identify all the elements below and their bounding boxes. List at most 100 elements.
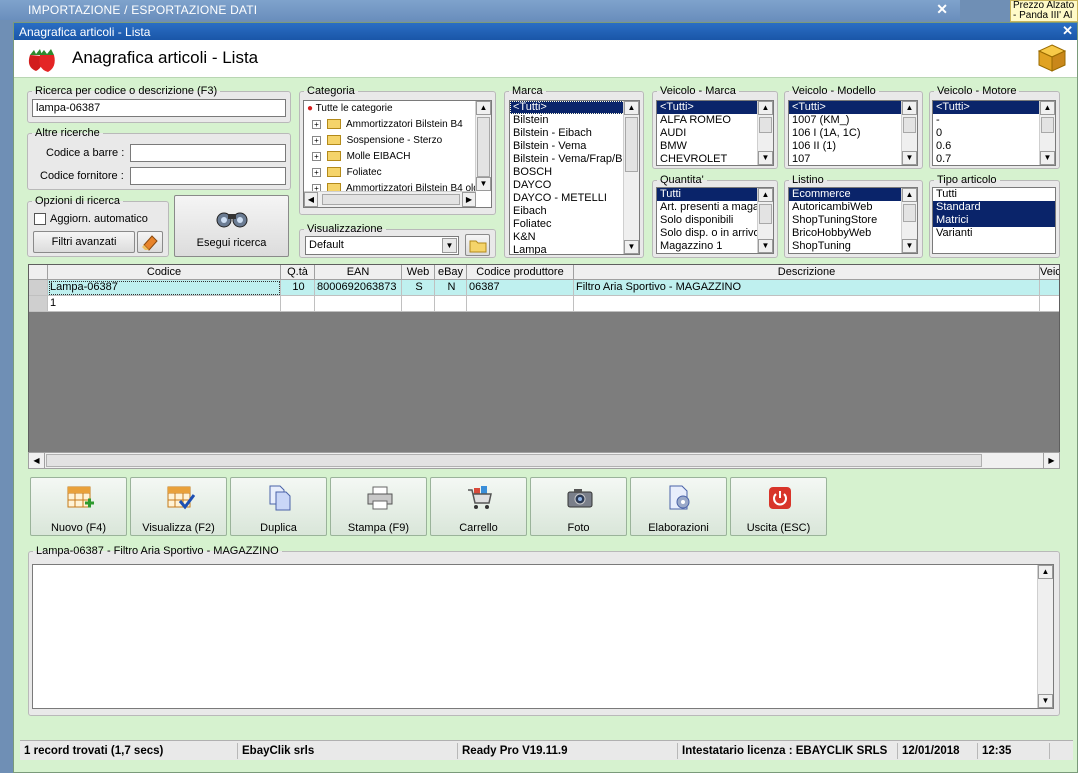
- description-vscroll[interactable]: ▲ ▼: [1037, 565, 1053, 708]
- expand-icon[interactable]: +: [312, 152, 321, 161]
- tree-item[interactable]: + Ammortizzatori Bilstein B4: [304, 117, 491, 133]
- list-item[interactable]: Tutti: [933, 188, 1055, 201]
- list-item[interactable]: Bilstein: [510, 114, 639, 127]
- list-item[interactable]: DAYCO: [510, 179, 639, 192]
- clear-filters-button[interactable]: [137, 231, 163, 253]
- list-item[interactable]: AUDI: [657, 127, 773, 140]
- column-header[interactable]: Veic: [1040, 265, 1059, 280]
- list-item[interactable]: ShopTuningStore: [789, 214, 917, 227]
- grid-hscroll[interactable]: ◀ ▶: [28, 452, 1060, 469]
- tree-item[interactable]: + Sospensione - Sterzo: [304, 133, 491, 149]
- table-cell[interactable]: [315, 296, 402, 312]
- list-item[interactable]: ShopTuning: [789, 240, 917, 253]
- column-header[interactable]: Codice: [48, 265, 281, 280]
- list-item[interactable]: CHEVROLET: [657, 153, 773, 165]
- scroll-thumb[interactable]: [46, 454, 982, 467]
- table-cell[interactable]: Filtro Aria Sportivo - MAGAZZINO: [574, 280, 1040, 296]
- scroll-down-icon[interactable]: ▼: [476, 177, 491, 191]
- photo-button[interactable]: Foto: [530, 477, 627, 536]
- list-item[interactable]: Magazzino 1: [657, 240, 773, 253]
- scroll-up-icon[interactable]: ▲: [1040, 101, 1055, 115]
- scroll-up-icon[interactable]: ▲: [902, 188, 917, 202]
- window-titlebar[interactable]: Anagrafica articoli - Lista ✕: [14, 23, 1077, 40]
- list-item[interactable]: BricoHobbyWeb: [789, 227, 917, 240]
- description-textarea[interactable]: ▲ ▼: [32, 564, 1054, 709]
- auto-update-checkbox[interactable]: [34, 213, 46, 225]
- background-window-titlebar[interactable]: IMPORTAZIONE / ESPORTAZIONE DATI ✕: [0, 0, 960, 20]
- scroll-up-icon[interactable]: ▲: [476, 101, 491, 115]
- close-icon[interactable]: ✕: [1062, 23, 1073, 39]
- column-header[interactable]: eBay: [435, 265, 467, 280]
- list-item[interactable]: 0: [933, 127, 1055, 140]
- list-item[interactable]: <Tutti>: [510, 101, 639, 114]
- table-cell[interactable]: [467, 296, 574, 312]
- table-cell[interactable]: 10: [281, 280, 315, 296]
- table-cell[interactable]: [281, 296, 315, 312]
- vehicle-brand-vscroll[interactable]: ▲ ▼: [757, 101, 773, 165]
- view-button[interactable]: Visualizza (F2): [130, 477, 227, 536]
- scroll-thumb[interactable]: [1041, 117, 1054, 133]
- row-selector[interactable]: [29, 280, 48, 296]
- quantity-list[interactable]: Tutti Art. presenti a magazzino Solo dis…: [656, 187, 774, 254]
- table-cell[interactable]: 8000692063873: [315, 280, 402, 296]
- scroll-down-icon[interactable]: ▼: [624, 240, 639, 254]
- list-item[interactable]: Ecommerce: [789, 188, 917, 201]
- list-item[interactable]: Bilstein - Eibach: [510, 127, 639, 140]
- duplicate-button[interactable]: Duplica: [230, 477, 327, 536]
- scroll-down-icon[interactable]: ▼: [758, 239, 773, 253]
- scroll-down-icon[interactable]: ▼: [902, 239, 917, 253]
- article-type-list[interactable]: Tutti Standard Matrici Varianti: [932, 187, 1056, 254]
- table-cell[interactable]: [1040, 280, 1059, 296]
- tree-item[interactable]: + Foliatec: [304, 165, 491, 181]
- scroll-right-icon[interactable]: ▶: [1043, 453, 1059, 468]
- open-view-button[interactable]: [465, 234, 490, 256]
- category-tree[interactable]: ● Tutte le categorie + Ammortizzatori Bi…: [303, 100, 492, 208]
- list-item[interactable]: Solo disp. o in arrivo: [657, 227, 773, 240]
- expand-icon[interactable]: +: [312, 136, 321, 145]
- expand-icon[interactable]: +: [312, 120, 321, 129]
- list-item[interactable]: Bilstein - Vema/Frap/Bi: [510, 153, 639, 166]
- scroll-up-icon[interactable]: ▲: [758, 101, 773, 115]
- scroll-thumb[interactable]: [322, 194, 460, 205]
- list-item[interactable]: 0.6: [933, 140, 1055, 153]
- table-cell[interactable]: S: [402, 280, 435, 296]
- expand-icon[interactable]: +: [312, 168, 321, 177]
- table-cell[interactable]: [574, 296, 1040, 312]
- price-list-vscroll[interactable]: ▲ ▼: [901, 188, 917, 253]
- scroll-left-icon[interactable]: ◀: [304, 192, 318, 207]
- print-button[interactable]: Stampa (F9): [330, 477, 427, 536]
- list-item[interactable]: 1007 (KM_): [789, 114, 917, 127]
- list-item[interactable]: -: [933, 114, 1055, 127]
- list-item[interactable]: BOSCH: [510, 166, 639, 179]
- column-header[interactable]: Q.tà: [281, 265, 315, 280]
- list-item[interactable]: Foliatec: [510, 218, 639, 231]
- list-item[interactable]: <Tutti>: [657, 101, 773, 114]
- list-item[interactable]: 0.7: [933, 153, 1055, 165]
- scroll-thumb[interactable]: [477, 117, 490, 177]
- scroll-thumb[interactable]: [903, 117, 916, 133]
- list-item[interactable]: Solo disponibili: [657, 214, 773, 227]
- supplier-code-field[interactable]: [130, 167, 286, 185]
- vehicle-model-list[interactable]: <Tutti> 1007 (KM_) 106 I (1A, 1C) 106 II…: [788, 100, 918, 166]
- vehicle-engine-list[interactable]: <Tutti> - 0 0.6 0.7 ▲ ▼: [932, 100, 1056, 166]
- table-cell[interactable]: N: [435, 280, 467, 296]
- list-item[interactable]: Art. presenti a magazzino: [657, 201, 773, 214]
- table-cell[interactable]: 06387: [467, 280, 574, 296]
- scroll-up-icon[interactable]: ▲: [902, 101, 917, 115]
- list-item[interactable]: <Tutti>: [789, 101, 917, 114]
- list-item[interactable]: 107: [789, 153, 917, 165]
- list-item[interactable]: <Tutti>: [933, 101, 1055, 114]
- new-button[interactable]: Nuovo (F4): [30, 477, 127, 536]
- table-cell[interactable]: [1040, 296, 1059, 312]
- scroll-thumb[interactable]: [903, 204, 916, 222]
- run-search-button[interactable]: Esegui ricerca: [174, 195, 289, 257]
- column-header[interactable]: Codice produttore: [467, 265, 574, 280]
- close-icon[interactable]: ✕: [936, 1, 948, 18]
- tree-item-all-categories[interactable]: ● Tutte le categorie: [304, 101, 491, 117]
- scroll-thumb[interactable]: [759, 204, 772, 224]
- list-item[interactable]: BMW: [657, 140, 773, 153]
- table-cell[interactable]: 1: [48, 296, 281, 312]
- tree-item[interactable]: + Molle EIBACH: [304, 149, 491, 165]
- search-input[interactable]: [32, 99, 286, 117]
- column-header[interactable]: Web: [402, 265, 435, 280]
